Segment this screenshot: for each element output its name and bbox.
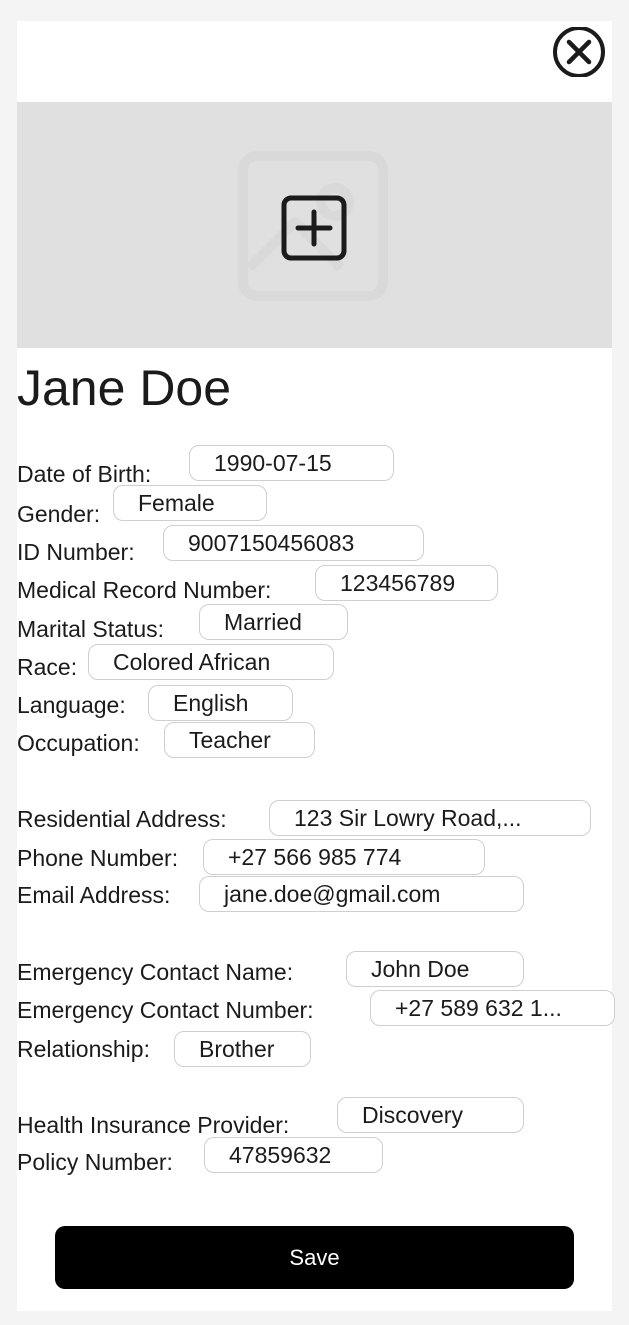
language-field[interactable]: English (148, 685, 293, 721)
occupation-field[interactable]: Teacher (164, 722, 315, 758)
relationship-label: Relationship: (17, 1036, 150, 1062)
save-button[interactable]: Save (55, 1226, 574, 1289)
race-label: Race: (17, 654, 78, 680)
policy-number-label: Policy Number: (17, 1149, 173, 1175)
relationship-field[interactable]: Brother (174, 1031, 311, 1067)
emergency-number-field[interactable]: +27 589 632 1... (370, 990, 615, 1026)
occupation-label: Occupation: (17, 730, 140, 756)
profile-photo-upload[interactable] (17, 102, 612, 348)
insurance-provider-field[interactable]: Discovery (337, 1097, 524, 1133)
phone-label: Phone Number: (17, 845, 179, 871)
residential-address-label: Residential Address: (17, 806, 227, 832)
marital-status-field[interactable]: Married (199, 604, 348, 640)
language-label: Language: (17, 692, 126, 718)
dob-label: Date of Birth: (17, 461, 152, 487)
phone-field[interactable]: +27 566 985 774 (203, 839, 485, 875)
id-number-field[interactable]: 9007150456083 (163, 525, 424, 561)
medical-record-field[interactable]: 123456789 (315, 565, 498, 601)
race-field[interactable]: Colored African (88, 644, 334, 680)
emergency-name-field[interactable]: John Doe (346, 951, 524, 987)
gender-label: Gender: (17, 501, 101, 527)
emergency-name-label: Emergency Contact Name: (17, 959, 294, 985)
add-square-icon[interactable] (281, 195, 347, 261)
marital-status-label: Marital Status: (17, 616, 164, 642)
close-button[interactable] (551, 27, 607, 77)
dob-field[interactable]: 1990-07-15 (189, 445, 394, 481)
email-label: Email Address: (17, 882, 171, 908)
residential-address-field[interactable]: 123 Sir Lowry Road,... (269, 800, 591, 836)
policy-number-field[interactable]: 47859632 (204, 1137, 383, 1173)
patient-name-title: Jane Doe (17, 360, 232, 416)
email-field[interactable]: jane.doe@gmail.com (199, 876, 524, 912)
close-circle-icon (553, 27, 605, 77)
insurance-provider-label: Health Insurance Provider: (17, 1112, 290, 1138)
gender-field[interactable]: Female (113, 485, 267, 521)
medical-record-label: Medical Record Number: (17, 577, 272, 603)
id-number-label: ID Number: (17, 539, 135, 565)
emergency-number-label: Emergency Contact Number: (17, 997, 314, 1023)
